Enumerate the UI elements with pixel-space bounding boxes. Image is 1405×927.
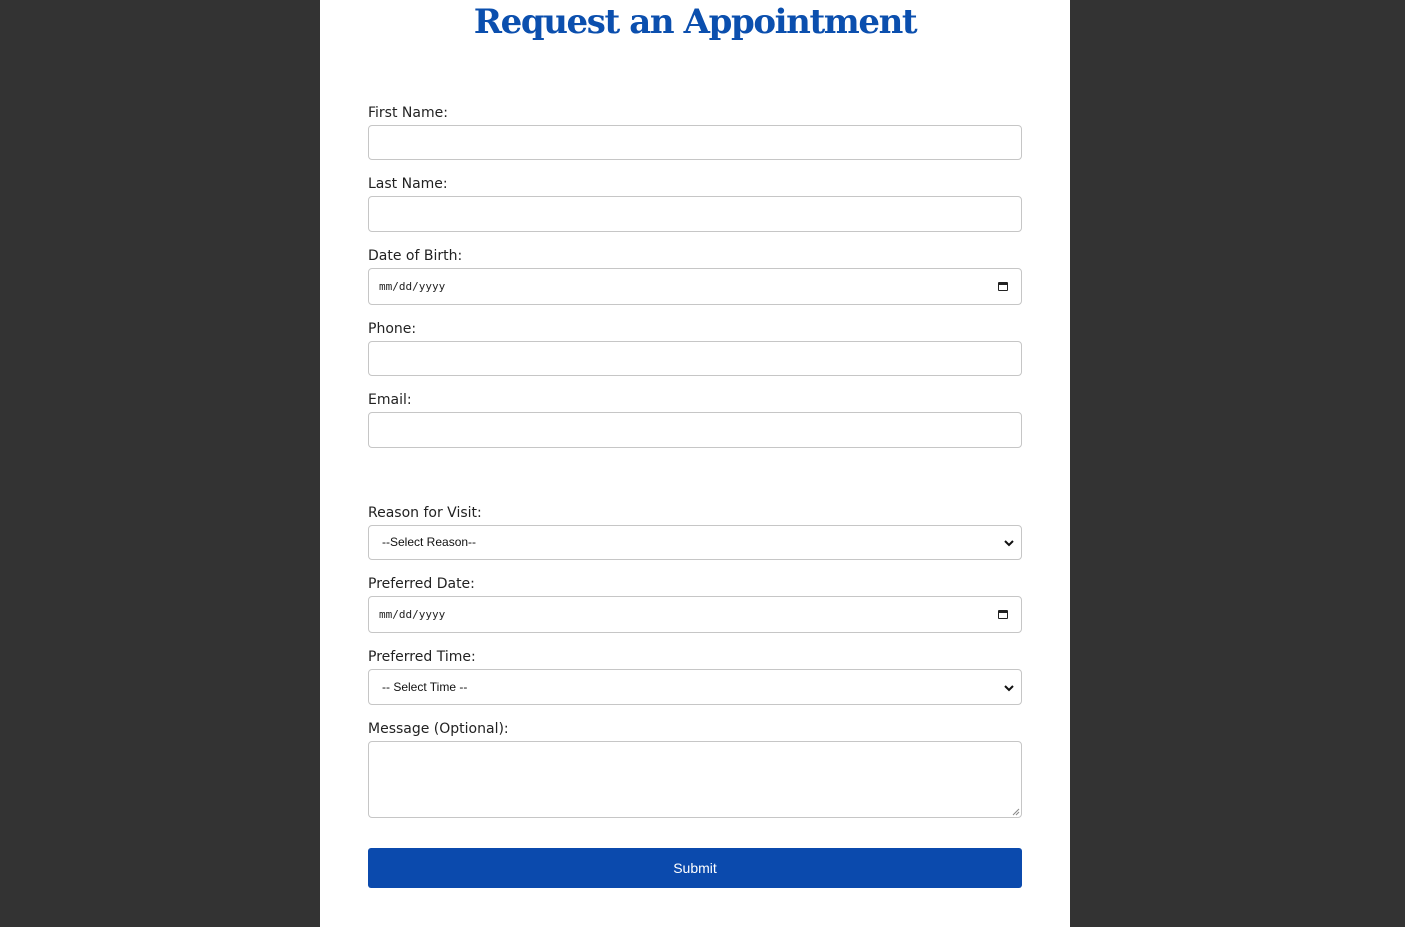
- dob-label: Date of Birth:: [368, 248, 463, 264]
- preferred-date-label: Preferred Date:: [368, 576, 475, 592]
- message-group: Message (Optional):: [368, 720, 1022, 738]
- reason-group: Reason for Visit:: [368, 504, 1022, 522]
- reason-select[interactable]: --Select Reason--: [368, 525, 1022, 560]
- phone-label: Phone:: [368, 321, 417, 337]
- preferred-date-group: Preferred Date:: [368, 575, 1022, 593]
- dob-group: Date of Birth:: [368, 247, 1022, 265]
- chevron-down-icon: [1004, 540, 1014, 547]
- preferred-date-input[interactable]: mm/dd/yyyy: [368, 596, 1022, 633]
- last-name-group: Last Name:: [368, 175, 1022, 193]
- message-textarea[interactable]: [368, 741, 1022, 818]
- preferred-time-selected-value: -- Select Time --: [382, 680, 468, 694]
- resize-handle-icon[interactable]: [1012, 808, 1020, 816]
- email-label: Email:: [368, 392, 412, 408]
- phone-group: Phone:: [368, 320, 1022, 338]
- preferred-time-label: Preferred Time:: [368, 649, 476, 665]
- form-panel: Request an Appointment First Name: Last …: [320, 0, 1070, 927]
- email-input[interactable]: [368, 412, 1022, 448]
- chevron-down-icon: [1004, 685, 1014, 692]
- first-name-group: First Name:: [368, 104, 1022, 122]
- email-group: Email:: [368, 391, 1022, 409]
- preferred-date-placeholder: mm/dd/yyyy: [379, 608, 446, 621]
- last-name-label: Last Name:: [368, 176, 448, 192]
- preferred-time-select[interactable]: -- Select Time --: [368, 669, 1022, 705]
- dob-date-input[interactable]: mm/dd/yyyy: [368, 268, 1022, 305]
- message-label: Message (Optional):: [368, 721, 509, 737]
- reason-label: Reason for Visit:: [368, 505, 482, 521]
- calendar-icon[interactable]: [998, 610, 1008, 619]
- reason-selected-value: --Select Reason--: [382, 535, 477, 549]
- first-name-label: First Name:: [368, 105, 448, 121]
- last-name-input[interactable]: [368, 196, 1022, 232]
- dob-placeholder: mm/dd/yyyy: [379, 280, 446, 293]
- calendar-icon[interactable]: [998, 282, 1008, 291]
- first-name-input[interactable]: [368, 125, 1022, 160]
- preferred-time-group: Preferred Time:: [368, 648, 1022, 666]
- submit-button[interactable]: Submit: [368, 848, 1022, 888]
- phone-input[interactable]: [368, 341, 1022, 376]
- page-title: Request an Appointment: [473, 2, 918, 42]
